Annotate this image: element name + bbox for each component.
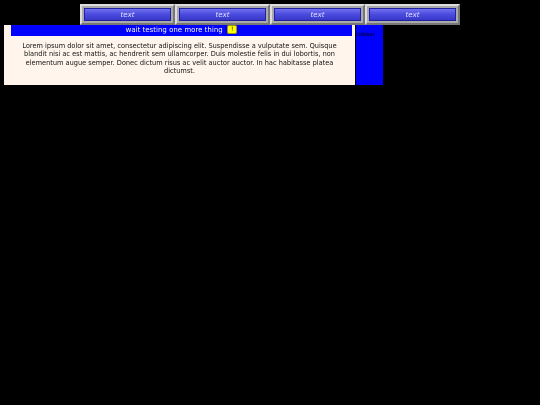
nav-button-3-label: text <box>274 8 361 21</box>
nav-button-1[interactable]: text <box>80 4 175 25</box>
nav-button-4[interactable]: text <box>365 4 460 25</box>
nav-button-2-label: text <box>179 8 266 21</box>
top-nav: text text text text <box>80 4 460 25</box>
side-panel-text: sidebar <box>356 32 375 38</box>
banner: wait testing one more thing ! <box>11 25 352 36</box>
body-paragraph: Lorem ipsum dolor sit amet, consectetur … <box>22 42 337 76</box>
banner-text: wait testing one more thing <box>125 26 223 34</box>
nav-button-4-label: text <box>369 8 456 21</box>
nav-button-2[interactable]: text <box>175 4 270 25</box>
nav-button-1-label: text <box>84 8 171 21</box>
nav-button-3[interactable]: text <box>270 4 365 25</box>
banner-badge[interactable]: ! <box>226 25 238 34</box>
side-panel: sidebar <box>356 25 383 85</box>
content-panel: wait testing one more thing ! Lorem ipsu… <box>4 25 355 85</box>
